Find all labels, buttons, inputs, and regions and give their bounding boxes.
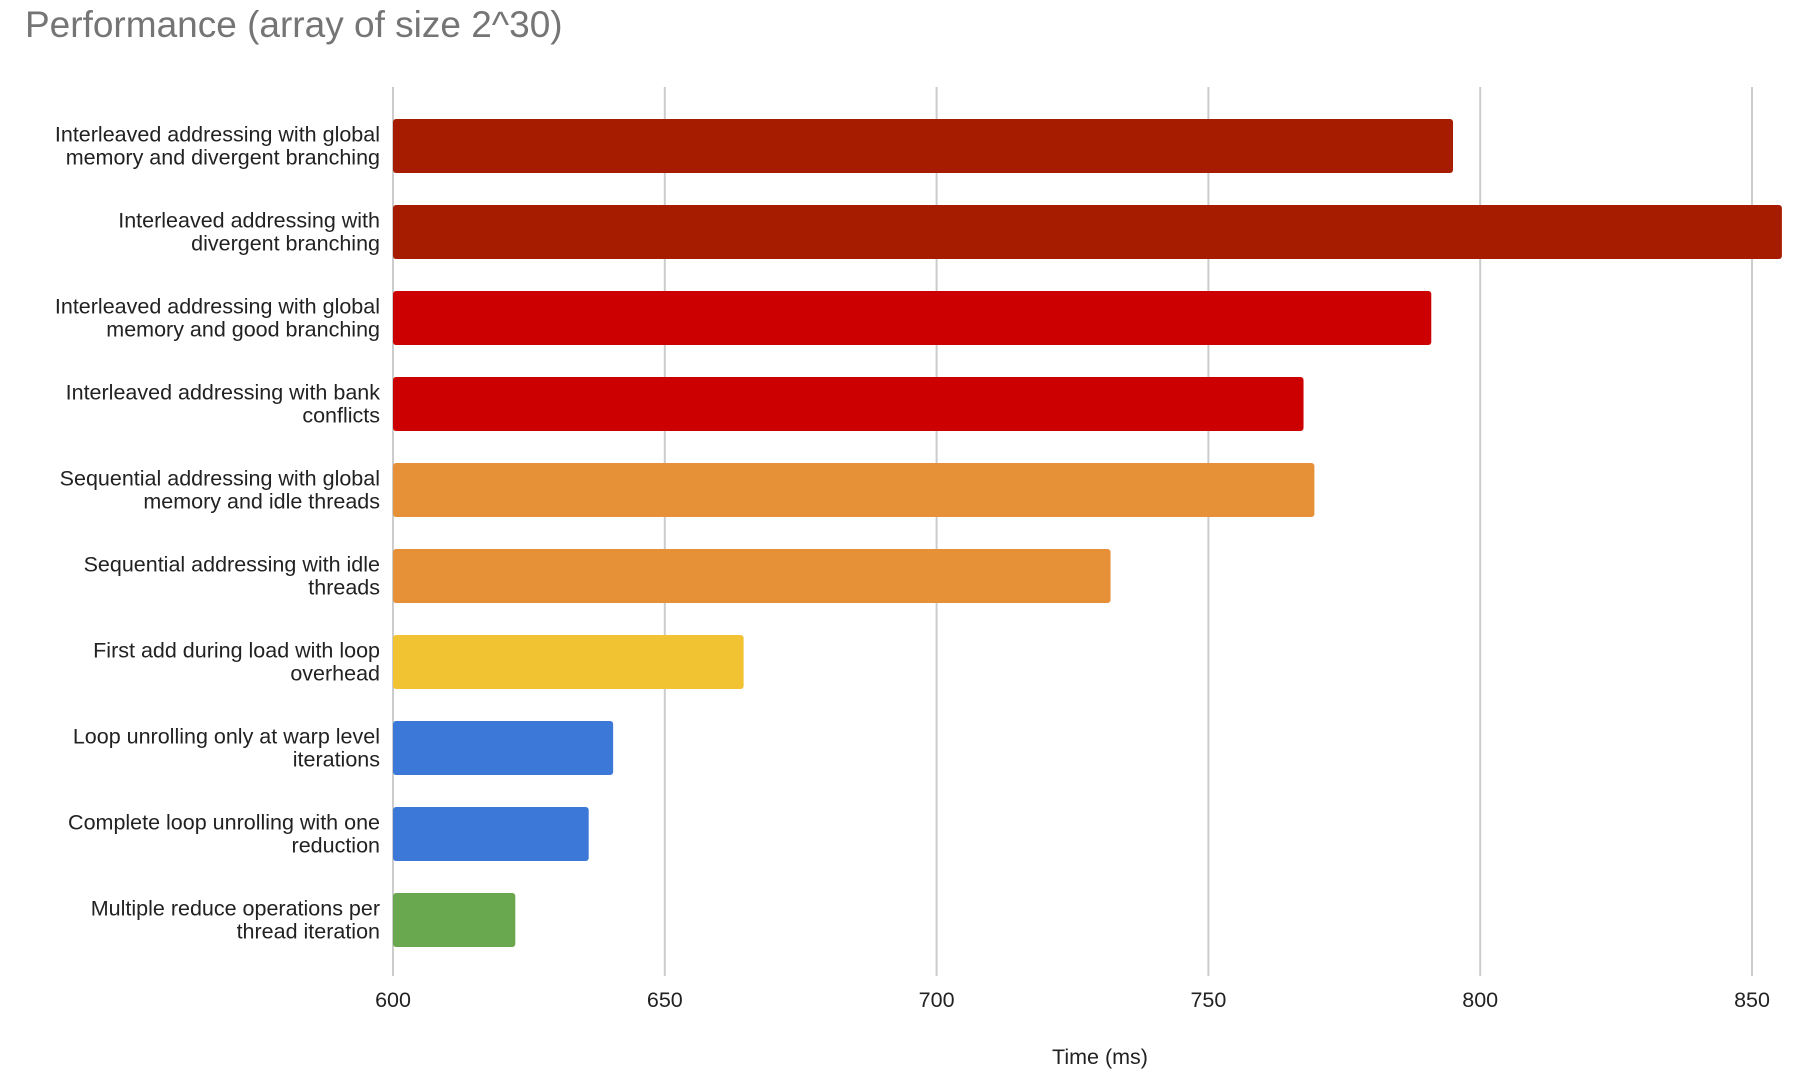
- x-tick-label: 650: [647, 988, 683, 1012]
- category-label-line: Interleaved addressing with global: [55, 295, 380, 319]
- category-label-line: Sequential addressing with idle: [84, 553, 380, 577]
- category-label-line: thread iteration: [237, 920, 380, 944]
- x-tick-label: 850: [1734, 988, 1770, 1012]
- category-label-line: Interleaved addressing with: [118, 209, 380, 233]
- bar: [393, 807, 589, 861]
- bar: [393, 291, 1432, 345]
- bar: [393, 377, 1304, 431]
- bar: [393, 721, 614, 775]
- category-label-line: overhead: [290, 662, 380, 686]
- category-label: Interleaved addressing with global memory…: [55, 123, 380, 170]
- bars: [393, 119, 1782, 947]
- category-label-line: Loop unrolling only at warp level: [73, 725, 380, 749]
- category-label: Sequential addressing with idle threads: [84, 553, 380, 600]
- category-label-line: First add during load with loop: [93, 639, 380, 663]
- category-label-line: memory and good branching: [106, 318, 380, 342]
- x-tick-labels: 600 650 700 750 800 850: [375, 988, 1770, 1012]
- category-label-line: reduction: [292, 834, 380, 858]
- category-label-line: Sequential addressing with global: [60, 467, 380, 491]
- bar: [393, 119, 1454, 173]
- category-label: Multiple reduce operations per thread ite…: [91, 897, 380, 944]
- bar-chart: Interleaved addressing with global memory…: [55, 87, 1782, 1069]
- category-label: Complete loop unrolling with one reductio…: [68, 811, 380, 858]
- category-label-line: divergent branching: [191, 232, 380, 256]
- category-label: Sequential addressing with global memory …: [60, 467, 380, 514]
- category-label-line: memory and divergent branching: [66, 146, 380, 170]
- bar: [393, 635, 744, 689]
- category-label-line: Multiple reduce operations per: [91, 897, 380, 921]
- category-label-line: memory and idle threads: [143, 490, 380, 514]
- category-label-line: Complete loop unrolling with one: [68, 811, 380, 835]
- category-label: Loop unrolling only at warp level iterati…: [73, 725, 380, 772]
- x-tick-label: 800: [1462, 988, 1498, 1012]
- x-axis-title: Time (ms): [1052, 1045, 1148, 1069]
- category-label-line: threads: [308, 576, 380, 600]
- bar: [393, 463, 1315, 517]
- category-label-line: iterations: [293, 748, 380, 772]
- category-label: Interleaved addressing with global memory…: [55, 295, 380, 342]
- category-label-line: conflicts: [302, 404, 380, 428]
- bar: [393, 893, 516, 947]
- category-label: Interleaved addressing with divergent bra…: [118, 209, 380, 256]
- category-label: Interleaved addressing with bank conflict…: [66, 381, 381, 428]
- bar: [393, 549, 1111, 603]
- x-tick-label: 600: [375, 988, 411, 1012]
- bar: [393, 205, 1782, 259]
- category-label-line: Interleaved addressing with bank: [66, 381, 381, 405]
- x-tick-label: 750: [1190, 988, 1226, 1012]
- category-label: First add during load with loop overhead: [93, 639, 380, 686]
- category-labels: Interleaved addressing with global memory…: [55, 123, 380, 944]
- category-label-line: Interleaved addressing with global: [55, 123, 380, 147]
- x-tick-label: 700: [919, 988, 955, 1012]
